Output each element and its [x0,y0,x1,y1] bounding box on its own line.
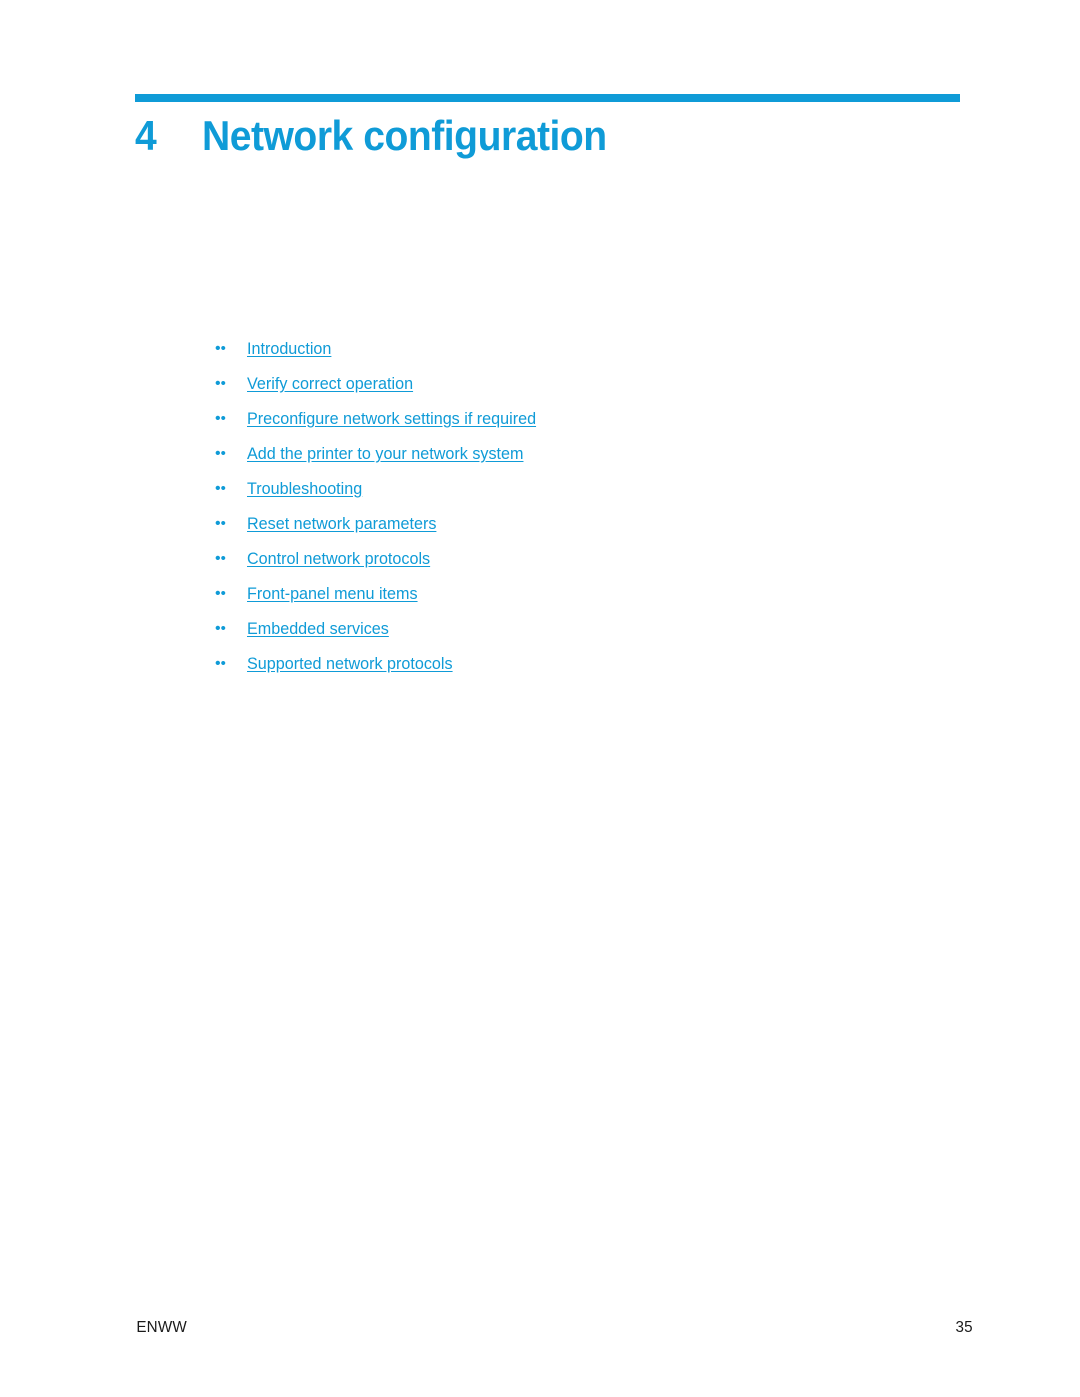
bullet-icon: • [215,373,247,395]
section-link-control-network-protocols[interactable]: Control network protocols [247,548,430,570]
bullet-icon: • [215,548,247,570]
list-item: • Introduction [215,338,915,373]
chapter-number: 4 [135,112,157,159]
section-link-add-printer-to-network[interactable]: Add the printer to your network system [247,443,523,465]
list-item: • Verify correct operation [215,373,915,408]
page-footer: ENWW 35 [135,1318,973,1338]
list-item: • Add the printer to your network system [215,443,915,478]
chapter-header-rule [135,94,960,102]
section-link-troubleshooting[interactable]: Troubleshooting [247,478,362,500]
list-item: • Reset network parameters [215,513,915,548]
list-item: • Supported network protocols [215,653,915,688]
bullet-icon: • [215,618,247,640]
footer-locale-code: ENWW [136,1319,187,1336]
section-link-supported-network-protocols[interactable]: Supported network protocols [247,653,453,675]
list-item: • Front-panel menu items [215,583,915,618]
bullet-icon: • [215,513,247,535]
list-item: • Control network protocols [215,548,915,583]
section-link-introduction[interactable]: Introduction [247,338,331,360]
bullet-icon: • [215,653,247,675]
list-item: • Embedded services [215,618,915,653]
section-link-front-panel-menu-items[interactable]: Front-panel menu items [247,583,418,605]
section-link-verify-correct-operation[interactable]: Verify correct operation [247,373,413,395]
page-title: 4 Network configuration [135,110,935,162]
bullet-icon: • [215,408,247,430]
bullet-icon: • [215,443,247,465]
bullet-icon: • [215,478,247,500]
chapter-section-list: • Introduction • Verify correct operatio… [215,338,915,688]
section-link-embedded-services[interactable]: Embedded services [247,618,389,640]
section-link-reset-network-parameters[interactable]: Reset network parameters [247,513,436,535]
list-item: • Preconfigure network settings if requi… [215,408,915,443]
document-page: 4 Network configuration • Introduction •… [0,0,1080,1397]
chapter-title: Network configuration [201,112,607,159]
list-item: • Troubleshooting [215,478,915,513]
bullet-icon: • [215,583,247,605]
bullet-icon: • [215,338,247,360]
section-link-preconfigure-network-settings[interactable]: Preconfigure network settings if require… [247,408,536,430]
footer-page-number: 35 [955,1319,973,1336]
